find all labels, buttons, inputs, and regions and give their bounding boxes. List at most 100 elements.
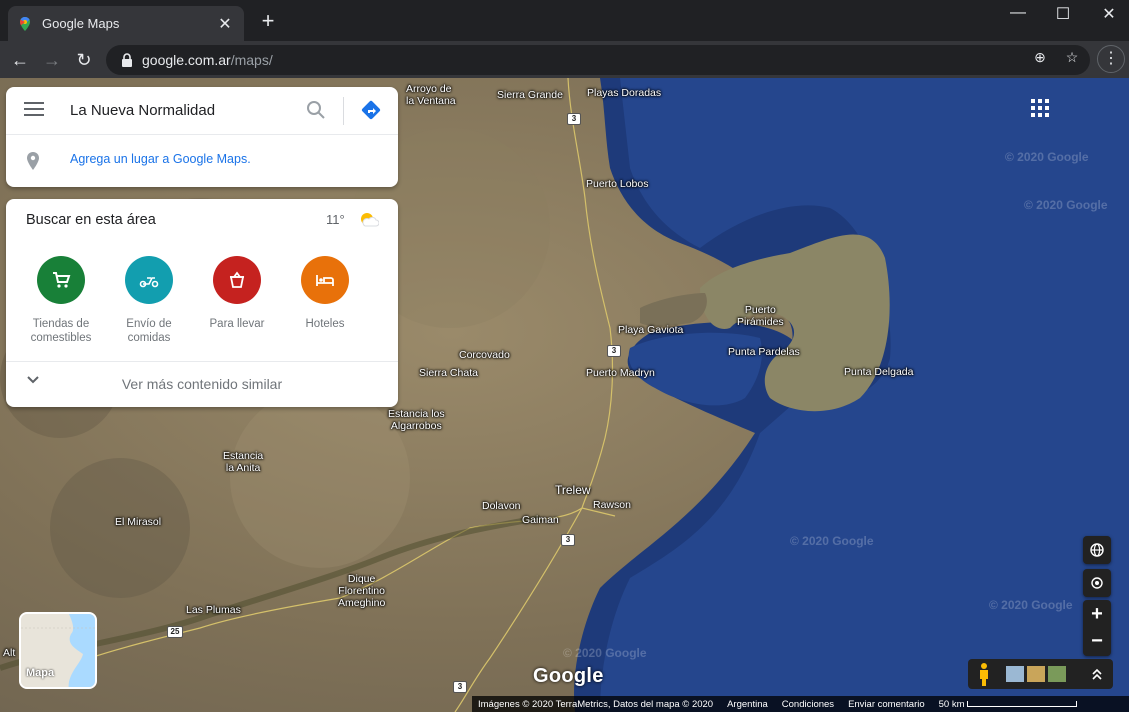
category-label: Envío de comidas: [126, 318, 172, 344]
install-app-icon[interactable]: ⊕: [1030, 49, 1050, 66]
place-label[interactable]: Puerto Pirámides: [737, 304, 784, 328]
bookmark-star-icon[interactable]: ☆: [1062, 49, 1082, 66]
imagery-thumb[interactable]: [1006, 666, 1024, 682]
takeout-icon: [213, 256, 261, 304]
menu-icon[interactable]: [24, 102, 44, 118]
place-label[interactable]: Estancia la Anita: [223, 450, 263, 474]
attribution-bar: Imágenes © 2020 TerraMetrics, Datos del …: [472, 696, 1129, 712]
place-label[interactable]: Alt: [3, 647, 15, 659]
tab-close-icon[interactable]: ✕: [216, 14, 234, 34]
bed-icon: [301, 256, 349, 304]
route-shield: 3: [453, 681, 467, 693]
place-label[interactable]: El Mirasol: [115, 516, 161, 528]
globe-icon: [1090, 543, 1104, 557]
category-label: Hoteles: [305, 318, 345, 330]
temperature: 11°: [326, 212, 345, 227]
browser-tab[interactable]: Google Maps ✕: [8, 6, 244, 41]
place-label[interactable]: Puerto Madryn: [586, 367, 655, 379]
copyright-watermark: © 2020 Google: [563, 646, 647, 660]
place-label[interactable]: Estancia los Algarrobos: [388, 408, 445, 432]
new-tab-button[interactable]: +: [256, 10, 280, 32]
imagery-credit: Imágenes © 2020 TerraMetrics, Datos del …: [478, 698, 714, 710]
feedback-link[interactable]: Enviar comentario: [848, 699, 925, 710]
copyright-watermark: © 2020 Google: [1024, 198, 1108, 212]
place-label[interactable]: Playas Doradas: [587, 87, 661, 99]
place-label[interactable]: Sierra Grande: [497, 89, 563, 101]
imagery-controls: [968, 659, 1113, 689]
search-input[interactable]: La Nueva Normalidad: [70, 102, 215, 119]
route-shield: 3: [561, 534, 575, 546]
place-label[interactable]: Rawson: [593, 499, 631, 511]
window-close-icon[interactable]: ✕: [1094, 4, 1124, 24]
lock-icon: [122, 53, 132, 67]
divider: [6, 134, 398, 135]
place-label[interactable]: Las Plumas: [186, 604, 241, 616]
place-label[interactable]: Punta Delgada: [844, 366, 913, 378]
place-label[interactable]: Dolavon: [482, 500, 521, 512]
see-more-link[interactable]: Ver más contenido similar: [6, 376, 398, 392]
map-canvas[interactable]: © 2020 Google © 2020 Google © 2020 Googl…: [0, 78, 1129, 712]
google-logo: Google: [533, 665, 604, 687]
imagery-thumb[interactable]: [1048, 666, 1066, 682]
google-apps-icon[interactable]: [1031, 99, 1049, 117]
address-bar[interactable]: google.com.ar/maps/: [106, 45, 1090, 75]
chevron-up-double-icon[interactable]: [1090, 667, 1104, 681]
scale-label[interactable]: 50 km: [939, 699, 965, 710]
place-label[interactable]: Dique Florentino Ameghino: [338, 573, 385, 609]
route-shield: 3: [567, 113, 581, 125]
country-link[interactable]: Argentina: [727, 699, 768, 710]
zoom-out-button[interactable]: −: [1083, 628, 1111, 656]
imagery-thumb[interactable]: [1027, 666, 1045, 682]
back-arrow-icon[interactable]: ←: [8, 48, 32, 72]
divider: [343, 97, 344, 125]
search-icon[interactable]: [306, 100, 326, 120]
place-label[interactable]: Trelew: [555, 484, 591, 496]
place-label[interactable]: Gaiman: [522, 514, 559, 526]
scale-bar: [966, 701, 1077, 707]
category-delivery[interactable]: Envío de comidas: [104, 256, 194, 345]
place-label[interactable]: Arroyo de la Ventana: [406, 83, 456, 107]
category-groceries[interactable]: Tiendas de comestibles: [16, 256, 106, 345]
zoom-controls: + −: [1083, 600, 1111, 656]
location-pin-icon: [27, 152, 39, 170]
reload-icon[interactable]: ↻: [72, 48, 96, 72]
category-takeout[interactable]: Para llevar: [192, 256, 282, 331]
browser-toolbar: ← → ↻ google.com.ar/maps/ ⊕ ☆ ⋮: [0, 41, 1129, 78]
minimize-icon[interactable]: —: [1003, 4, 1033, 22]
weather-partly-cloudy-icon: [361, 213, 379, 227]
explore-panel: Buscar en esta área 11° Tiendas de comest…: [6, 199, 398, 407]
globe-view-button[interactable]: [1083, 536, 1111, 564]
route-shield: 25: [167, 626, 183, 638]
cart-icon: [37, 256, 85, 304]
place-label[interactable]: Playa Gaviota: [618, 324, 683, 336]
tab-title: Google Maps: [42, 16, 120, 31]
maximize-icon[interactable]: ☐: [1048, 4, 1078, 24]
copyright-watermark: © 2020 Google: [989, 598, 1073, 612]
map-type-label: Mapa: [26, 667, 55, 679]
browser-menu-icon[interactable]: ⋮: [1097, 45, 1125, 73]
url-host: google.com.ar: [142, 52, 231, 68]
explore-title: Buscar en esta área: [26, 212, 156, 228]
map-type-toggle[interactable]: Mapa: [19, 612, 97, 689]
maps-favicon-icon: [20, 16, 30, 31]
add-place-link[interactable]: Agrega un lugar a Google Maps.: [70, 152, 251, 166]
terms-link[interactable]: Condiciones: [782, 699, 834, 710]
category-label: Tiendas de comestibles: [30, 318, 92, 344]
browser-tabstrip: Google Maps ✕ + — ☐ ✕: [0, 0, 1129, 41]
place-label[interactable]: Puerto Lobos: [586, 178, 648, 190]
copyright-watermark: © 2020 Google: [1005, 150, 1089, 164]
forward-arrow-icon[interactable]: →: [40, 48, 64, 72]
directions-icon[interactable]: [360, 99, 382, 121]
divider: [6, 361, 398, 362]
scooter-icon: [125, 256, 173, 304]
pegman-icon[interactable]: [970, 659, 998, 689]
category-hotels[interactable]: Hoteles: [280, 256, 370, 331]
place-label[interactable]: Corcovado: [459, 349, 510, 361]
copyright-watermark: © 2020 Google: [790, 534, 874, 548]
category-label: Para llevar: [209, 318, 265, 330]
place-label[interactable]: Punta Pardelas: [728, 346, 800, 358]
search-panel: La Nueva Normalidad Agrega un lugar a Go…: [6, 87, 398, 187]
place-label[interactable]: Sierra Chata: [419, 367, 478, 379]
my-location-button[interactable]: [1083, 569, 1111, 597]
zoom-in-button[interactable]: +: [1083, 600, 1111, 628]
